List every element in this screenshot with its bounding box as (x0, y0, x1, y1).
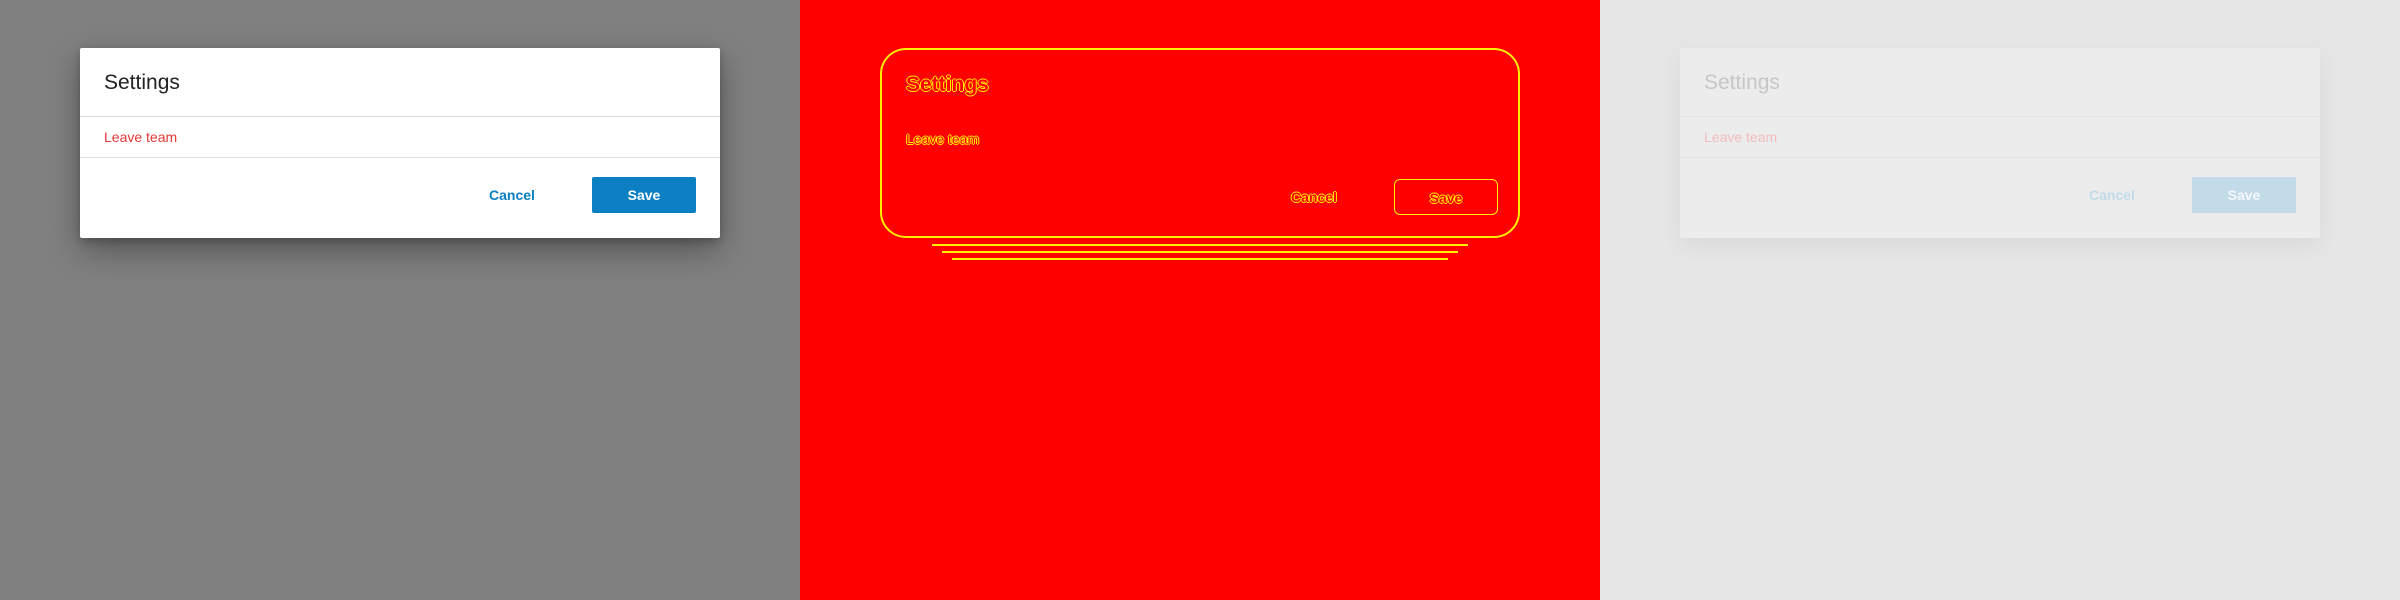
settings-dialog: Settings Leave team Cancel Save (1680, 48, 2320, 238)
dialog-title: Settings (104, 71, 180, 94)
save-button[interactable]: Save (592, 177, 696, 213)
dialog-body: Leave team (882, 119, 1522, 159)
leave-team-link[interactable]: Leave team (1704, 129, 1777, 145)
dialog-footer: Cancel Save (882, 160, 1522, 240)
cancel-button[interactable]: Cancel (1278, 179, 1350, 215)
save-button[interactable]: Save (1394, 179, 1498, 215)
cancel-button[interactable]: Cancel (2076, 177, 2148, 213)
dialog-header: Settings (882, 50, 1522, 118)
leave-team-link[interactable]: Leave team (906, 131, 979, 147)
leave-team-link[interactable]: Leave team (104, 129, 177, 145)
shadow-edge-line (932, 244, 1468, 246)
shadow-edge-line (942, 251, 1458, 253)
shadow-edge-line (952, 258, 1448, 260)
panel-edge-map: Settings Leave team Cancel Save (800, 0, 1600, 600)
dialog-body: Leave team (80, 117, 720, 157)
save-button[interactable]: Save (2192, 177, 2296, 213)
dialog-header: Settings (1680, 48, 2320, 116)
cancel-button[interactable]: Cancel (476, 177, 548, 213)
panel-normal: Settings Leave team Cancel Save (0, 0, 800, 600)
dialog-footer: Cancel Save (1680, 158, 2320, 238)
panel-faded: Settings Leave team Cancel Save (1600, 0, 2400, 600)
settings-dialog: Settings Leave team Cancel Save (80, 48, 720, 238)
dialog-footer: Cancel Save (80, 158, 720, 238)
dialog-body: Leave team (1680, 117, 2320, 157)
dialog-title: Settings (906, 73, 989, 96)
settings-dialog: Settings Leave team Cancel Save (880, 48, 1522, 260)
dialog-header: Settings (80, 48, 720, 116)
dialog-title: Settings (1704, 71, 1780, 94)
